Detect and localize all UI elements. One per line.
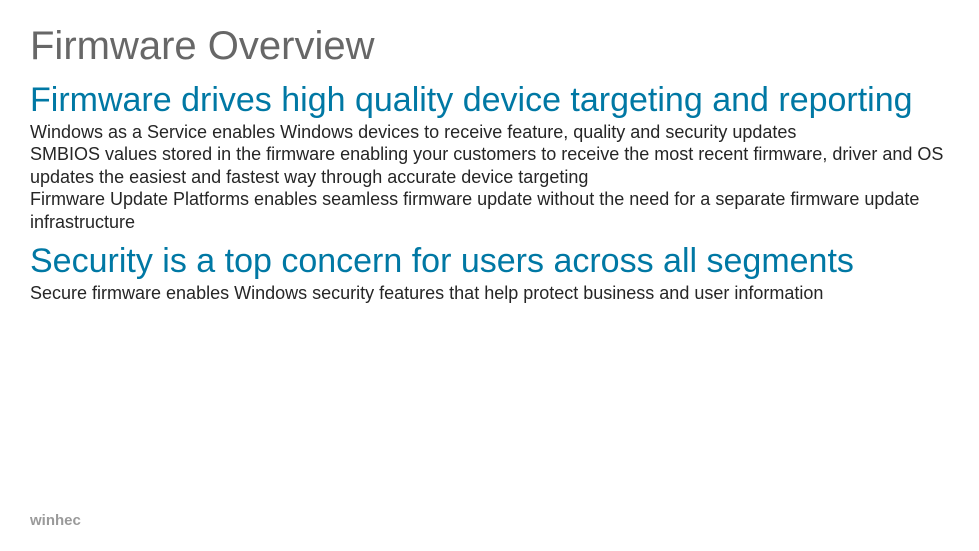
section-1-line-3: Firmware Update Platforms enables seamle… bbox=[30, 188, 949, 233]
section-1-body: Windows as a Service enables Windows dev… bbox=[30, 121, 949, 234]
section-1: Firmware drives high quality device targ… bbox=[30, 82, 949, 233]
section-1-line-1: Windows as a Service enables Windows dev… bbox=[30, 121, 949, 144]
slide: Firmware Overview Firmware drives high q… bbox=[0, 0, 979, 551]
section-2-body: Secure firmware enables Windows security… bbox=[30, 282, 949, 305]
section-2: Security is a top concern for users acro… bbox=[30, 243, 949, 304]
section-2-line-1: Secure firmware enables Windows security… bbox=[30, 282, 949, 305]
footer-logo: winhec bbox=[30, 512, 81, 529]
section-2-heading: Security is a top concern for users acro… bbox=[30, 243, 949, 280]
section-1-line-2: SMBIOS values stored in the firmware ena… bbox=[30, 143, 949, 188]
section-1-heading: Firmware drives high quality device targ… bbox=[30, 82, 949, 119]
slide-title: Firmware Overview bbox=[30, 24, 949, 68]
